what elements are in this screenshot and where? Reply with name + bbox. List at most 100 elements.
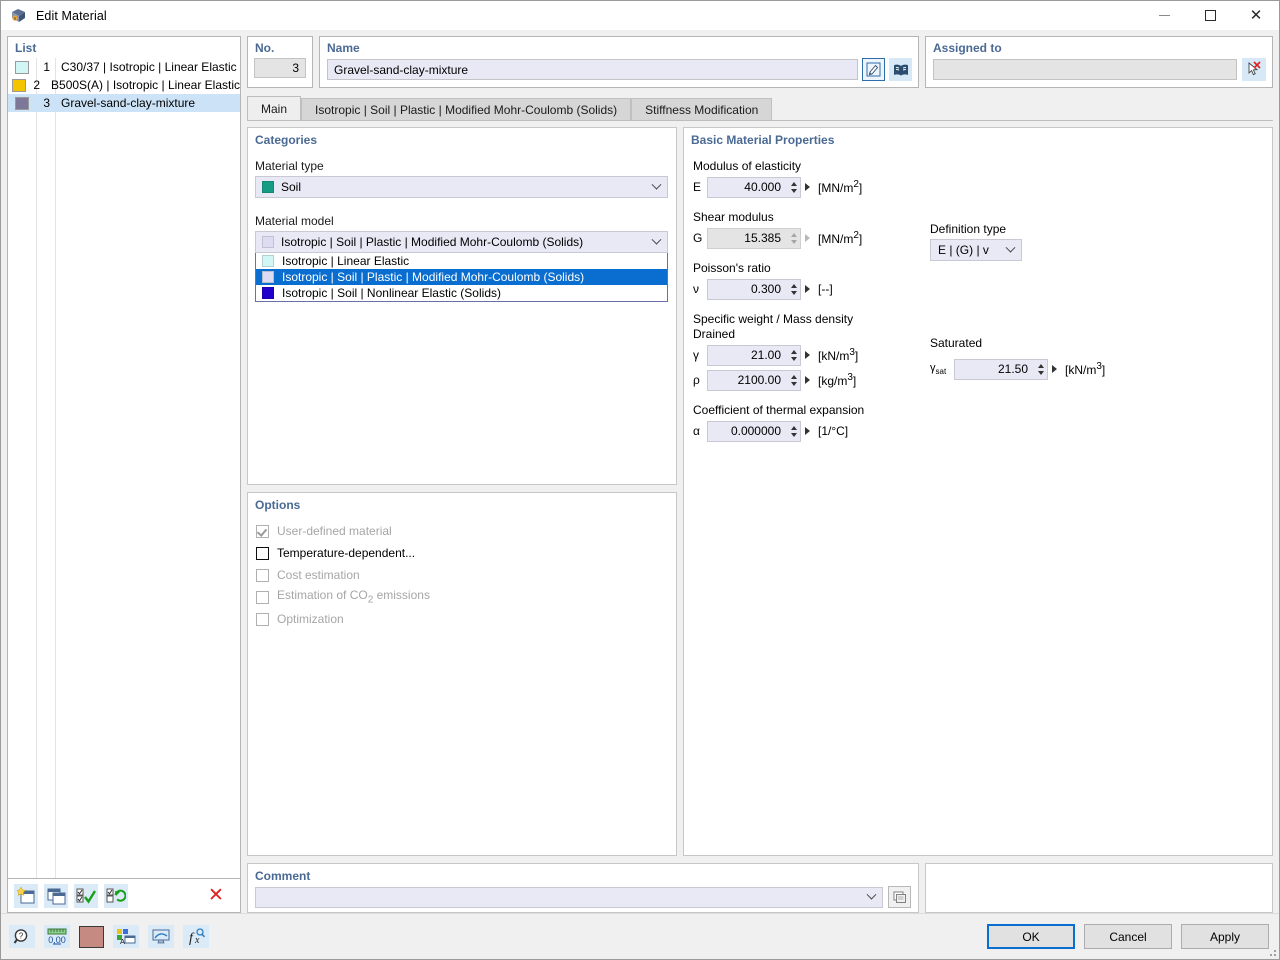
- select-all-button[interactable]: [74, 883, 98, 908]
- option-color-icon: [262, 271, 274, 283]
- comment-list-icon: [893, 891, 906, 903]
- material-model-select[interactable]: Isotropic | Soil | Plastic | Modified Mo…: [255, 231, 668, 253]
- footer-tools: ? 0,00 A f x: [9, 925, 209, 948]
- expand-arrow-icon[interactable]: [805, 183, 810, 191]
- option-user-defined-material[interactable]: User-defined material: [248, 520, 676, 542]
- tab-stiffness-modification[interactable]: Stiffness Modification: [631, 98, 773, 120]
- function-fx-icon: f x: [189, 928, 206, 945]
- option-cost-estimation[interactable]: Cost estimation: [248, 564, 676, 586]
- edit-name-button[interactable]: [862, 58, 885, 81]
- material-library-button[interactable]: [889, 58, 912, 81]
- apply-button[interactable]: Apply: [1181, 924, 1269, 949]
- new-material-button[interactable]: [14, 883, 38, 908]
- chevron-down-icon[interactable]: [860, 889, 882, 901]
- gamma-unit: [kN/m3]: [818, 347, 859, 363]
- comment-panel: Comment: [247, 863, 919, 913]
- alpha-input[interactable]: 0.000000: [707, 420, 801, 442]
- material-model-option-selected[interactable]: Isotropic | Soil | Plastic | Modified Mo…: [256, 269, 667, 285]
- alpha-row: α 0.000000 [1/°C]: [684, 420, 1272, 442]
- comment-list-button[interactable]: [888, 886, 911, 908]
- list-item[interactable]: 1 C30/37 | Isotropic | Linear Elastic: [8, 58, 240, 76]
- definition-type-select[interactable]: E | (G) | v: [930, 239, 1022, 261]
- color-swatch-cell: [8, 60, 36, 74]
- modulus-value: 40.000: [744, 180, 781, 194]
- option-temperature-dependent[interactable]: Temperature-dependent...: [248, 542, 676, 564]
- material-type-select[interactable]: Soil: [255, 176, 668, 198]
- spinner-icon[interactable]: [788, 374, 800, 386]
- delete-x-icon: ✕: [208, 884, 224, 906]
- number-value: 3: [254, 58, 306, 78]
- select-objects-button[interactable]: [1242, 58, 1266, 81]
- spinner-icon[interactable]: [788, 425, 800, 437]
- cancel-button[interactable]: Cancel: [1084, 924, 1172, 949]
- modulus-input[interactable]: 40.000: [707, 176, 801, 198]
- option-color-icon: [262, 287, 274, 299]
- expand-arrow-icon[interactable]: [805, 351, 810, 359]
- spinner-icon[interactable]: [788, 349, 800, 361]
- option-co2-emissions[interactable]: Estimation of CO2 emissions: [248, 586, 676, 608]
- gamma-input[interactable]: 21.00: [707, 344, 801, 366]
- list-item[interactable]: 2 B500S(A) | Isotropic | Linear Elastic: [8, 76, 240, 94]
- expand-arrow-icon[interactable]: [1052, 365, 1057, 373]
- material-library-icon: [893, 64, 908, 76]
- expand-arrow-icon[interactable]: [805, 427, 810, 435]
- properties-title: Basic Material Properties: [691, 133, 835, 147]
- list-item-label: Gravel-sand-clay-mixture: [61, 96, 196, 110]
- units-button[interactable]: 0,00: [44, 925, 70, 948]
- copy-material-button[interactable]: [44, 883, 68, 908]
- gamma-sat-value: 21.50: [997, 362, 1028, 376]
- rho-input[interactable]: 2100.00: [707, 369, 801, 391]
- assigned-to-group: Assigned to: [925, 36, 1273, 88]
- list-title: List: [15, 41, 37, 55]
- material-model-option[interactable]: Isotropic | Linear Elastic: [256, 253, 667, 269]
- help-info-button[interactable]: ?: [9, 925, 35, 948]
- color-button[interactable]: [79, 925, 104, 948]
- gamma-sat-input[interactable]: 21.50: [954, 358, 1048, 380]
- expand-arrow-icon[interactable]: [805, 376, 810, 384]
- edit-pencil-icon: [866, 62, 881, 77]
- close-button[interactable]: ✕: [1233, 1, 1279, 30]
- tab-mohr-coulomb[interactable]: Isotropic | Soil | Plastic | Modified Mo…: [301, 98, 632, 120]
- minimize-button[interactable]: [1141, 1, 1187, 30]
- question-magnifier-icon: ?: [13, 929, 28, 944]
- poisson-ratio-row: ν 0.300 [--]: [684, 278, 1272, 300]
- gamma-symbol: γ: [693, 348, 699, 362]
- copy-windows-icon: [47, 888, 65, 904]
- parameters-button[interactable]: f x: [183, 925, 209, 948]
- definition-type-column: Definition type E | (G) | v: [930, 210, 1022, 261]
- name-label: Name: [327, 41, 360, 55]
- list-gridlines: [8, 58, 240, 878]
- poisson-ratio-label: Poisson's ratio: [693, 261, 771, 275]
- spinner-icon[interactable]: [1035, 363, 1047, 375]
- expand-arrow-icon: [805, 234, 810, 242]
- dialog-buttons: OK Cancel Apply: [987, 924, 1269, 949]
- view-settings-button[interactable]: [148, 925, 174, 948]
- name-input[interactable]: Gravel-sand-clay-mixture: [327, 59, 858, 80]
- list-rows: 1 C30/37 | Isotropic | Linear Elastic 2 …: [8, 58, 240, 878]
- comment-input[interactable]: [255, 886, 883, 908]
- expand-arrow-icon[interactable]: [805, 285, 810, 293]
- maximize-button[interactable]: [1187, 1, 1233, 30]
- spinner-icon[interactable]: [788, 181, 800, 193]
- material-model-option[interactable]: Isotropic | Soil | Nonlinear Elastic (So…: [256, 285, 667, 301]
- delete-material-button[interactable]: ✕: [204, 884, 228, 908]
- number-group: No. 3: [247, 36, 313, 88]
- list-item-number: 1: [43, 60, 50, 74]
- gamma-sat-symbol: γsat: [930, 361, 947, 377]
- ok-button[interactable]: OK: [987, 924, 1075, 949]
- rho-unit: [kg/m3]: [818, 372, 857, 388]
- option-optimization[interactable]: Optimization: [248, 608, 676, 630]
- invert-selection-button[interactable]: [104, 883, 128, 908]
- modulus-unit: [MN/m2]: [818, 179, 863, 195]
- list-item-selected[interactable]: 3 Gravel-sand-clay-mixture: [8, 94, 240, 112]
- spinner-icon[interactable]: [788, 283, 800, 295]
- tab-main[interactable]: Main: [247, 96, 302, 120]
- alpha-unit: [1/°C]: [818, 424, 849, 438]
- window-title: Edit Material: [36, 8, 107, 23]
- resize-grip[interactable]: [1266, 946, 1276, 956]
- svg-text:?: ?: [19, 931, 24, 940]
- display-properties-button[interactable]: A: [113, 925, 139, 948]
- list-item-number: 2: [33, 78, 41, 92]
- assigned-to-input[interactable]: [933, 59, 1237, 80]
- poisson-ratio-input[interactable]: 0.300: [707, 278, 801, 300]
